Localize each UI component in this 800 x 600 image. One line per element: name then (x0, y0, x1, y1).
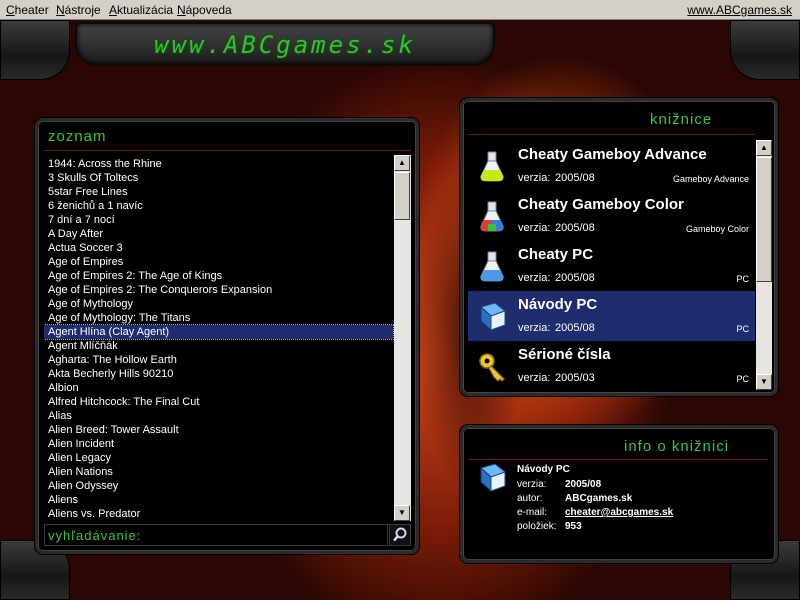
info-email-link[interactable]: cheater@abcgames.sk (565, 507, 673, 518)
game-list-item[interactable]: Age of Mythology: The Titans (44, 311, 393, 325)
game-list-item[interactable]: Alien Legacy (44, 451, 393, 465)
library-item[interactable]: Cheaty Gameboy Advance verzia: 2005/08 Game… (468, 141, 755, 191)
library-item-name: Cheaty Gameboy Color (518, 196, 684, 213)
game-list-item[interactable]: Agharta: The Hollow Earth (44, 353, 393, 367)
zoznam-divider (44, 150, 411, 151)
frame-corner-tl (0, 20, 70, 80)
magnifier-icon (393, 527, 407, 542)
search-input[interactable] (45, 525, 387, 545)
game-list-item[interactable]: Agent Mlíčňák (44, 339, 393, 353)
logo-text: www.ABCgames.sk (154, 31, 416, 59)
game-list-item[interactable]: Age of Empires 2: The Age of Kings (44, 269, 393, 283)
info-email-label: e-mail: (517, 507, 548, 518)
library-item-platform: PC (736, 324, 749, 334)
scroll-thumb[interactable] (394, 172, 410, 220)
game-list-item[interactable]: Albion (44, 381, 393, 395)
library-item-platform: PC (736, 274, 749, 284)
game-list-item[interactable]: Alias (44, 409, 393, 423)
game-list-item[interactable]: 7 dní a 7 nocí (44, 213, 393, 227)
search-box (44, 524, 388, 546)
library-item-version: 2005/03 (555, 372, 595, 384)
kniznice-title: knižnice (650, 111, 713, 128)
library-item-name: Návody PC (518, 296, 598, 313)
library-item-version: 2005/08 (555, 222, 595, 234)
game-list-item[interactable]: Alfred Hitchcock: The Final Cut (44, 395, 393, 409)
library-scroll-thumb[interactable] (756, 157, 772, 282)
library-item-platform: PC (736, 374, 749, 384)
key-icon (478, 351, 506, 383)
menu-nastroje[interactable]: Nástroje (56, 3, 101, 17)
library-item-name: Sérioné čísla (518, 346, 611, 363)
menu-bar: Cheater Nástroje Aktualizácia Nápoveda w… (0, 0, 800, 20)
game-list-item[interactable]: Actua Soccer 3 (44, 241, 393, 255)
flask-yellow-icon (478, 151, 506, 183)
scroll-down-button[interactable]: ▼ (394, 505, 410, 521)
library-item-version-label: verzia: (518, 172, 551, 184)
logo-plate: www.ABCgames.sk (75, 22, 495, 66)
info-author-value: ABCgames.sk (565, 493, 633, 504)
library-item[interactable]: Sérioné čísla verzia: 2005/03 PC (468, 341, 755, 391)
info-version-label: verzia: (517, 479, 547, 490)
game-list-item[interactable]: 1944: Across the Rhine (44, 157, 393, 171)
game-list-item[interactable]: 5star Free Lines (44, 185, 393, 199)
search-button[interactable] (389, 524, 411, 546)
book-icon (478, 301, 507, 333)
info-author-label: autor: (517, 493, 543, 504)
menu-napoveda[interactable]: Nápoveda (177, 3, 232, 17)
game-list-item[interactable]: Aliens vs. Predator (44, 507, 393, 521)
info-count-value: 953 (565, 521, 582, 532)
game-list-item[interactable]: Alien Odyssey (44, 479, 393, 493)
scroll-up-button[interactable]: ▲ (394, 155, 410, 171)
zoznam-title: zoznam (48, 128, 107, 145)
flask-red-icon (478, 201, 506, 233)
info-divider (468, 459, 768, 460)
game-list-item[interactable]: 6 ženichů a 1 navíc (44, 199, 393, 213)
frame-corner-tr (730, 20, 800, 80)
library-item-version: 2005/08 (555, 172, 595, 184)
info-book-icon (478, 462, 508, 494)
game-list-item[interactable]: Akta Becherly Hills 90210 (44, 367, 393, 381)
game-list-item[interactable]: Age of Empires (44, 255, 393, 269)
library-item-platform: Gameboy Color (685, 224, 749, 234)
flask-blue-icon (478, 251, 506, 283)
kniznice-divider (468, 134, 755, 135)
info-library-name: Návody PC (517, 464, 570, 475)
library-item-version-label: verzia: (518, 272, 551, 284)
library-item[interactable]: Návody PC verzia: 2005/08 PC (468, 291, 755, 341)
game-list-item[interactable]: Agent Hlína (Clay Agent) (44, 324, 394, 340)
library-item[interactable]: Cheaty PC verzia: 2005/08 PC (468, 241, 755, 291)
website-link[interactable]: www.ABCgames.sk (687, 3, 792, 17)
menu-aktualizacia[interactable]: Aktualizácia (109, 3, 173, 17)
info-count-label: položiek: (517, 521, 557, 532)
library-scroll-up-button[interactable]: ▲ (756, 140, 772, 156)
game-list-item[interactable]: Alien Incident (44, 437, 393, 451)
library-item-platform: Gameboy Advance (672, 174, 749, 184)
library-item-version-label: verzia: (518, 222, 551, 234)
game-list-item[interactable]: 3 Skulls Of Toltecs (44, 171, 393, 185)
game-list-item[interactable]: Aliens (44, 493, 393, 507)
library-scrollbar[interactable]: ▲ ▼ (756, 140, 772, 390)
game-list[interactable]: 1944: Across the Rhine 3 Skulls Of Toltec… (44, 155, 411, 521)
library-item-version-label: verzia: (518, 372, 551, 384)
info-title: info o knižnici (624, 438, 730, 455)
library-item-version: 2005/08 (555, 322, 595, 334)
game-list-scrollbar[interactable]: ▲ ▼ (394, 155, 411, 521)
game-list-item[interactable]: Age of Mythology (44, 297, 393, 311)
game-list-item[interactable]: A Day After (44, 227, 393, 241)
game-list-item[interactable]: Age of Empires 2: The Conquerors Expansi… (44, 283, 393, 297)
library-item-version-label: verzia: (518, 322, 551, 334)
library-item-name: Cheaty Gameboy Advance (518, 146, 707, 163)
game-list-item[interactable]: Alien Breed: Tower Assault (44, 423, 393, 437)
game-list-item[interactable]: Alien Nations (44, 465, 393, 479)
info-version-value: 2005/08 (565, 479, 602, 490)
library-item-name: Cheaty PC (518, 246, 594, 263)
library-item[interactable]: Cheaty Gameboy Color verzia: 2005/08 Gamebo… (468, 191, 755, 241)
menu-cheater[interactable]: Cheater (6, 3, 49, 17)
library-scroll-down-button[interactable]: ▼ (756, 374, 772, 390)
library-item-version: 2005/08 (555, 272, 595, 284)
